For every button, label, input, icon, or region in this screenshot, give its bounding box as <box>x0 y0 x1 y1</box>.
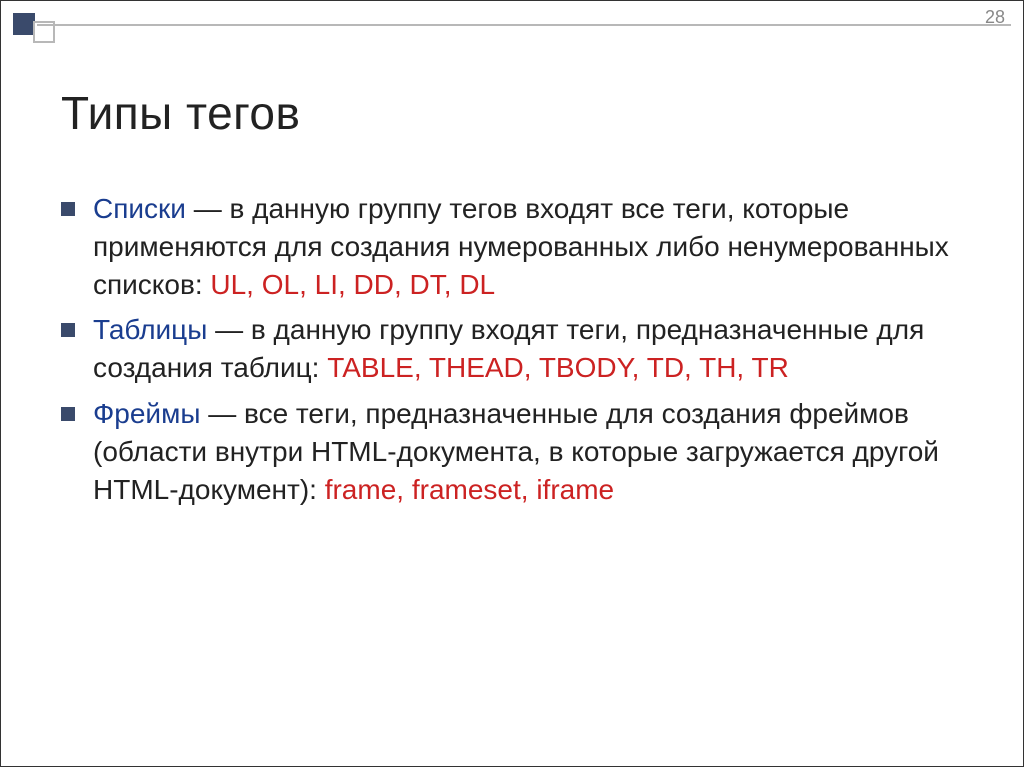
bullet-tags: frame, frameset, iframe <box>325 474 614 505</box>
bullet-text: Фреймы — все теги, предназначенные для с… <box>93 395 973 508</box>
list-item: Списки — в данную группу тегов входят вс… <box>61 190 973 303</box>
bullet-tags: UL, OL, LI, DD, DT, DL <box>210 269 495 300</box>
bullet-marker-icon <box>61 202 75 216</box>
bullet-text: Списки — в данную группу тегов входят вс… <box>93 190 973 303</box>
bullet-term: Фреймы <box>93 398 200 429</box>
list-item: Таблицы — в данную группу входят теги, п… <box>61 311 973 387</box>
bullet-marker-icon <box>61 323 75 337</box>
bullet-list: Списки — в данную группу тегов входят вс… <box>61 190 973 508</box>
slide-content: Типы тегов Списки — в данную группу тего… <box>1 1 1023 546</box>
list-item: Фреймы — все теги, предназначенные для с… <box>61 395 973 508</box>
bullet-marker-icon <box>61 407 75 421</box>
slide-title: Типы тегов <box>61 86 973 140</box>
bullet-tags: TABLE, THEAD, TBODY, TD, TH, TR <box>327 352 789 383</box>
slide-decoration <box>13 13 55 43</box>
bullet-term: Таблицы <box>93 314 207 345</box>
bullet-term: Списки <box>93 193 186 224</box>
page-number: 28 <box>985 7 1005 28</box>
decoration-line <box>37 24 1011 26</box>
bullet-text: Таблицы — в данную группу входят теги, п… <box>93 311 973 387</box>
decoration-square-filled <box>13 13 35 35</box>
